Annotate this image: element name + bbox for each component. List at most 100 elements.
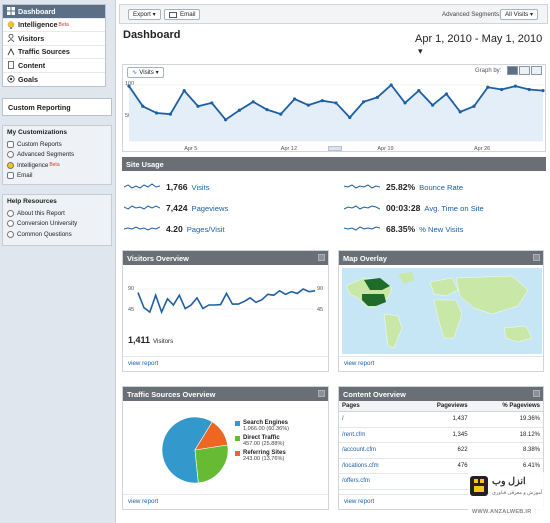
sparkline-icon — [344, 205, 380, 210]
visits-point[interactable] — [403, 101, 407, 105]
segments-select[interactable]: All Visits ▾ — [500, 9, 539, 20]
beta-badge: Beta — [49, 162, 60, 169]
watermark: انزل وب آموزش و معرفی فناوری WWW.ANZALWE… — [468, 472, 548, 520]
visits-point[interactable] — [210, 101, 214, 105]
common-questions-link[interactable]: Common Questions — [7, 229, 107, 240]
visits-point[interactable] — [168, 112, 172, 116]
visitors-chart-svg — [137, 288, 316, 315]
visits-point[interactable] — [155, 111, 159, 115]
visits-point[interactable] — [224, 118, 228, 122]
view-report-link[interactable]: view report — [128, 360, 158, 367]
visits-point[interactable] — [527, 87, 531, 92]
info-icon — [7, 209, 14, 217]
watermark-brand: انزل وب — [492, 476, 526, 487]
visits-point[interactable] — [265, 108, 269, 112]
page-link[interactable]: /offers.cfm — [339, 473, 410, 490]
nav-item-intelligence[interactable]: Intelligence Beta — [3, 19, 105, 32]
email-link[interactable]: Email — [7, 171, 107, 182]
traffic-pie-svg — [161, 416, 229, 484]
visitors-total: 1,411 Visitors — [128, 335, 174, 345]
visits-point[interactable] — [251, 100, 255, 104]
visits-point[interactable] — [127, 84, 131, 88]
widget-menu-icon[interactable] — [533, 390, 540, 397]
visits-point[interactable] — [334, 101, 338, 105]
legend-item: Referring Sites 243.00 (13.76%) — [235, 450, 289, 462]
metric-link[interactable]: Pages/Visit — [187, 225, 225, 234]
chart-resize-handle[interactable] — [328, 146, 342, 151]
visits-point[interactable] — [293, 97, 297, 101]
sparkline-icon — [124, 226, 160, 231]
custom-reports-link[interactable]: Custom Reports — [7, 139, 107, 150]
nav-label: Intelligence — [18, 20, 58, 30]
export-button[interactable]: Export ▾ — [128, 9, 161, 20]
visits-point[interactable] — [472, 104, 476, 108]
page-link[interactable]: / — [339, 411, 410, 428]
column-header[interactable]: Pageviews — [409, 401, 471, 412]
visits-point[interactable] — [348, 115, 352, 120]
visits-point[interactable] — [417, 89, 421, 93]
nav-item-traffic-sources[interactable]: Traffic Sources — [3, 46, 105, 59]
legend-item: Direct Traffic 457.00 (25.88%) — [235, 435, 289, 447]
metric-pages-per-visit: 4.20 Pages/Visit — [124, 221, 228, 237]
nav-item-content[interactable]: Content — [3, 59, 105, 73]
visits-point[interactable] — [182, 89, 186, 93]
intelligence-link[interactable]: Intelligence Beta — [7, 160, 107, 171]
visits-point[interactable] — [431, 103, 435, 107]
column-header[interactable]: % Pageviews — [470, 401, 543, 412]
panel-title: Help Resources — [7, 198, 57, 205]
advanced-segments-link[interactable]: Advanced Segments — [7, 150, 107, 161]
visits-point[interactable] — [320, 99, 324, 103]
report-icon — [7, 140, 14, 148]
date-range-picker[interactable]: Apr 1, 2010 - May 1, 2010 ▾ — [415, 33, 550, 57]
conversion-university-link[interactable]: Conversion University — [7, 219, 107, 230]
visits-point[interactable] — [500, 87, 504, 92]
page-link[interactable]: /locations.cfm — [339, 458, 410, 474]
visits-point[interactable] — [513, 84, 517, 88]
page-title: Dashboard — [123, 29, 181, 41]
about-report-link[interactable]: About this Report — [7, 208, 107, 219]
visits-point[interactable] — [279, 112, 283, 116]
view-report-link[interactable]: view report — [344, 498, 374, 505]
custom-reporting-link[interactable]: Custom Reporting — [2, 98, 112, 116]
widget-menu-icon[interactable] — [533, 254, 540, 261]
segments-label: Advanced Segments: — [442, 11, 501, 18]
nav-item-goals[interactable]: Goals — [3, 73, 105, 87]
visits-point[interactable] — [389, 83, 393, 87]
site-usage-right: 25.82% Bounce Rate 00:03:28 Avg. Time on… — [344, 179, 484, 237]
metric-link[interactable]: % New Visits — [419, 225, 463, 234]
nav-label: Content — [18, 60, 46, 70]
world-map[interactable] — [342, 268, 542, 354]
view-report-link[interactable]: view report — [128, 498, 158, 505]
visits-point[interactable] — [237, 108, 241, 112]
widget-header: Map Overlay — [339, 251, 543, 265]
metric-bounce-rate: 25.82% Bounce Rate — [344, 179, 484, 195]
metric-link[interactable]: Pageviews — [192, 204, 229, 213]
visits-point[interactable] — [458, 110, 462, 114]
page-link[interactable]: /account.cfm — [339, 442, 410, 459]
metric-link[interactable]: Avg. Time on Site — [424, 204, 483, 213]
visits-point[interactable] — [541, 89, 545, 93]
nav-item-dashboard[interactable]: Dashboard — [3, 5, 105, 19]
help-resources-panel: Help Resources About this Report Convers… — [2, 194, 112, 246]
metric-link[interactable]: Visits — [192, 183, 210, 192]
pie-legend: Search Engines 1,066.00 (60.36%) Direct Tr… — [235, 420, 289, 465]
visits-point[interactable] — [362, 100, 366, 104]
goal-icon — [6, 75, 15, 83]
question-icon — [7, 230, 14, 238]
visits-point[interactable] — [444, 92, 448, 96]
page-link[interactable]: /rent.cfm — [339, 427, 410, 443]
visits-point[interactable] — [141, 104, 145, 108]
sparkline-icon — [344, 184, 380, 189]
view-report-link[interactable]: view report — [344, 360, 374, 367]
visits-point[interactable] — [375, 95, 379, 99]
email-button[interactable]: Email — [164, 9, 201, 20]
metric-link[interactable]: Bounce Rate — [419, 183, 463, 192]
visits-point[interactable] — [196, 104, 200, 108]
visits-point[interactable] — [306, 103, 310, 107]
column-header[interactable]: Pages — [339, 401, 410, 412]
nav-item-visitors[interactable]: Visitors — [3, 32, 105, 46]
pie-slice[interactable] — [194, 444, 229, 484]
nav-label: Traffic Sources — [18, 47, 70, 57]
main-nav: Dashboard Intelligence Beta Visitors Tra… — [2, 4, 106, 87]
visits-point[interactable] — [486, 85, 490, 89]
